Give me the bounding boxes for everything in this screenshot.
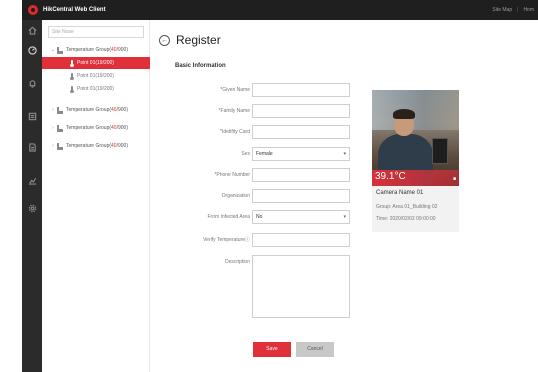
list-icon bbox=[28, 112, 36, 120]
hikvision-logo-icon bbox=[28, 5, 38, 15]
dashboard-icon bbox=[27, 45, 37, 55]
rail-item-dashboard[interactable] bbox=[22, 40, 42, 60]
image-person-hair bbox=[393, 109, 415, 119]
chevron-right-icon[interactable]: › bbox=[50, 107, 56, 113]
image-background bbox=[372, 90, 459, 130]
home-link[interactable]: Hom bbox=[523, 7, 534, 13]
back-arrow-icon[interactable]: ← bbox=[159, 35, 170, 46]
verify-temperature-input[interactable] bbox=[252, 233, 350, 247]
verify-temperature-label: Verify Temperatureⓘ bbox=[203, 237, 250, 243]
rail-item-settings[interactable] bbox=[22, 198, 42, 218]
thermometer-icon bbox=[69, 72, 74, 80]
family-name-label: *Family Name bbox=[218, 108, 250, 114]
organization-label: Organization bbox=[221, 193, 250, 199]
tree-search-input[interactable]: Site Nose bbox=[48, 26, 144, 38]
rail-item-list[interactable] bbox=[22, 106, 42, 126]
camera-icon: ■ bbox=[452, 176, 456, 182]
document-icon bbox=[28, 142, 36, 152]
description-label: Description bbox=[224, 259, 250, 265]
tree-group-label: Temperature Group(40/900) bbox=[66, 125, 128, 131]
group-icon bbox=[57, 142, 63, 150]
chevron-down-icon[interactable]: ⌄ bbox=[50, 47, 56, 53]
top-links-separator: | bbox=[517, 7, 519, 13]
tree-group-item[interactable]: › Temperature Group(40/900) bbox=[42, 140, 150, 152]
thermometer-icon bbox=[69, 59, 74, 67]
infected-area-label: From Infected Area bbox=[207, 214, 250, 220]
chart-icon bbox=[28, 177, 36, 185]
infected-area-select[interactable]: No bbox=[252, 210, 350, 224]
home-icon bbox=[28, 26, 36, 35]
site-map-link[interactable]: Site Map bbox=[492, 7, 512, 13]
tree-point-label: Point 01(19/200) bbox=[77, 73, 114, 79]
phone-number-label: *Phone Number bbox=[214, 172, 250, 178]
save-button[interactable]: Save bbox=[253, 342, 291, 357]
family-name-input[interactable] bbox=[252, 104, 350, 118]
tree-group-item[interactable]: › Temperature Group(40/900) bbox=[42, 104, 150, 116]
sex-select[interactable]: Female bbox=[252, 147, 350, 161]
rail-item-alarm[interactable] bbox=[22, 73, 42, 93]
image-device bbox=[432, 138, 448, 164]
section-title: Basic Information bbox=[175, 63, 226, 69]
rail-item-chart[interactable] bbox=[22, 170, 42, 190]
top-links: Site Map | Hom bbox=[492, 7, 538, 13]
app-title: HikCentral Web Client bbox=[43, 7, 106, 13]
area-tree-panel: Site Nose ⌄ Temperature Group(40/900) Po… bbox=[42, 20, 150, 372]
tree-point-label: Point 01(19/200) bbox=[77, 86, 114, 92]
thermometer-icon bbox=[69, 85, 74, 93]
cancel-button[interactable]: Cancel bbox=[296, 342, 334, 357]
help-icon[interactable]: ⓘ bbox=[245, 237, 250, 243]
temperature-reading: 39.1°C bbox=[375, 171, 406, 182]
phone-number-input[interactable] bbox=[252, 168, 350, 182]
module-rail bbox=[22, 20, 42, 372]
bell-icon bbox=[29, 79, 35, 88]
given-name-label: *Given Name bbox=[220, 87, 250, 93]
tree-group-label: Temperature Group(40/900) bbox=[66, 143, 128, 149]
register-page: ← Register Basic Information *Given Name… bbox=[150, 20, 538, 372]
gear-icon bbox=[28, 204, 36, 212]
top-bar: HikCentral Web Client Site Map | Hom bbox=[22, 0, 538, 20]
tree-point-item[interactable]: Point 01(19/200) bbox=[42, 83, 150, 95]
tree-group-label: Temperature Group(40/900) bbox=[66, 47, 128, 53]
identity-card-label: *Idetifity Card bbox=[219, 129, 250, 135]
tree-group-label: Temperature Group(40/900) bbox=[66, 107, 128, 113]
tree-point-item[interactable]: Point 01(19/200) bbox=[42, 57, 150, 69]
identity-card-input[interactable] bbox=[252, 125, 350, 139]
group-icon bbox=[57, 124, 63, 132]
description-textarea[interactable] bbox=[252, 255, 350, 318]
tree-group-item[interactable]: › Temperature Group(40/900) bbox=[42, 122, 150, 134]
tree-point-item[interactable]: Point 01(19/200) bbox=[42, 70, 150, 82]
camera-capture-card: 39.1°C ■ Camera Name 01 Group: Area 01_B… bbox=[372, 90, 459, 232]
organization-input[interactable] bbox=[252, 189, 350, 203]
chevron-right-icon[interactable]: › bbox=[50, 125, 56, 131]
camera-time: Time: 2020/02/02 09:00:00 bbox=[376, 216, 436, 222]
tree-point-label: Point 01(19/200) bbox=[77, 60, 114, 66]
tree-group-item[interactable]: ⌄ Temperature Group(40/900) bbox=[42, 44, 150, 56]
chevron-right-icon[interactable]: › bbox=[50, 143, 56, 149]
rail-item-home[interactable] bbox=[22, 20, 42, 40]
camera-group: Group: Area 01_Building 02 bbox=[376, 204, 438, 210]
group-icon bbox=[57, 46, 63, 54]
camera-name: Camera Name 01 bbox=[376, 190, 424, 196]
sex-label: Sex bbox=[241, 151, 250, 157]
group-icon bbox=[57, 106, 63, 114]
rail-item-document[interactable] bbox=[22, 137, 42, 157]
page-title: Register bbox=[176, 33, 221, 47]
given-name-input[interactable] bbox=[252, 83, 350, 97]
